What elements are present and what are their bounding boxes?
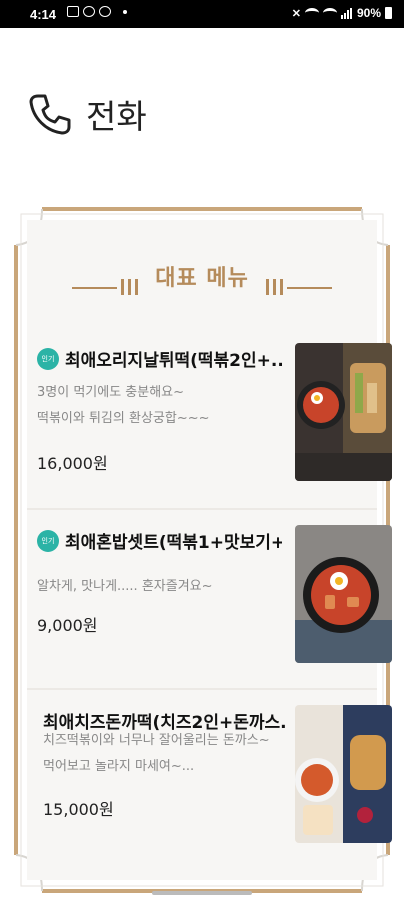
menu-item-photo xyxy=(295,525,392,663)
more-notifications-icon xyxy=(123,9,127,14)
menu-list: 인기 최애오리지날튀떡(떡볶2인+... 3명이 먹기에도 충분해요~ 떡볶이와… xyxy=(27,328,392,868)
notification-icons xyxy=(67,6,127,17)
menu-item-price: 16,000원 xyxy=(37,454,108,473)
section-title-text: 대표 메뉴 xyxy=(155,266,249,291)
chat-icon xyxy=(83,6,95,17)
status-time: 4:14 xyxy=(30,7,57,22)
menu-item-description-line: 치즈떡볶이와 너무나 잘어울리는 돈까스~ xyxy=(43,733,270,748)
battery-icon xyxy=(385,7,392,19)
menu-item[interactable]: 인기 최애오리지날튀떡(떡볶2인+... 3명이 먹기에도 충분해요~ 떡볶이와… xyxy=(27,328,392,508)
food-photo-icon xyxy=(295,705,392,843)
gallery-icon xyxy=(67,6,79,17)
menu-item-name-row: 인기 최애혼밥셋트(떡볶1+맛보기+... xyxy=(37,528,282,553)
wifi-icon xyxy=(322,8,337,18)
menu-item[interactable]: 최애치즈돈까떡(치즈2인+돈까스... 치즈떡볶이와 너무나 잘어울리는 돈까스… xyxy=(27,688,392,868)
menu-item[interactable]: 인기 최애혼밥셋트(떡볶1+맛보기+... 알차게, 맛나게..... 혼자즐겨… xyxy=(27,508,392,688)
menu-item-price: 9,000원 xyxy=(37,616,98,635)
status-bar: 4:14 ✕ 90% xyxy=(0,0,404,28)
menu-item-description-line: 떡볶이와 튀김의 환상궁합~~~ xyxy=(37,411,210,426)
popular-badge: 인기 xyxy=(37,347,59,370)
menu-item-name: 최애혼밥셋트(떡볶1+맛보기+... xyxy=(65,533,282,553)
menu-item-description-line: 먹어보고 놀라지 마세여~... xyxy=(43,759,195,774)
menu-item-price: 15,000원 xyxy=(43,800,114,819)
page-title: 전화 xyxy=(86,97,147,136)
menu-item-photo xyxy=(295,343,392,481)
menu-item-name-row: 인기 최애오리지날튀떡(떡볶2인+... xyxy=(37,346,282,371)
menu-card: 대표 메뉴 인기 최애오리지날튀떡(떡볶2인+... 3명이 먹기에도 충분해요… xyxy=(12,205,392,895)
gesture-bar[interactable] xyxy=(152,891,252,895)
menu-item-description: 알차게, 맛나게..... 혼자즐겨요~ xyxy=(37,574,277,600)
menu-item-description-line: 3명이 먹기에도 충분해요~ xyxy=(37,385,185,400)
popular-badge: 인기 xyxy=(37,529,59,552)
system-icons: ✕ 90% xyxy=(292,6,392,20)
section-title: 대표 메뉴 xyxy=(12,260,392,292)
hotspot-icon xyxy=(304,8,319,18)
menu-item-name: 최애오리지날튀떡(떡볶2인+... xyxy=(65,351,282,371)
menu-item-description: 치즈떡볶이와 너무나 잘어울리는 돈까스~ 먹어보고 놀라지 마세여~... xyxy=(43,728,283,780)
title-decoration-dots-right xyxy=(266,279,283,295)
app-icon xyxy=(99,6,111,17)
mute-icon: ✕ xyxy=(291,7,301,20)
food-photo-icon xyxy=(295,525,392,663)
phone-icon xyxy=(29,94,71,135)
menu-item-description: 3명이 먹기에도 충분해요~ 떡볶이와 튀김의 환상궁합~~~ xyxy=(37,380,277,432)
battery-text: 90% xyxy=(356,6,381,20)
food-photo-icon xyxy=(295,343,392,481)
title-decoration-right xyxy=(287,287,332,289)
signal-icon xyxy=(340,7,353,19)
menu-item-description-line: 알차게, 맛나게..... 혼자즐겨요~ xyxy=(37,579,213,594)
menu-item-photo xyxy=(295,705,392,843)
phone-header[interactable]: 전화 xyxy=(28,90,147,138)
